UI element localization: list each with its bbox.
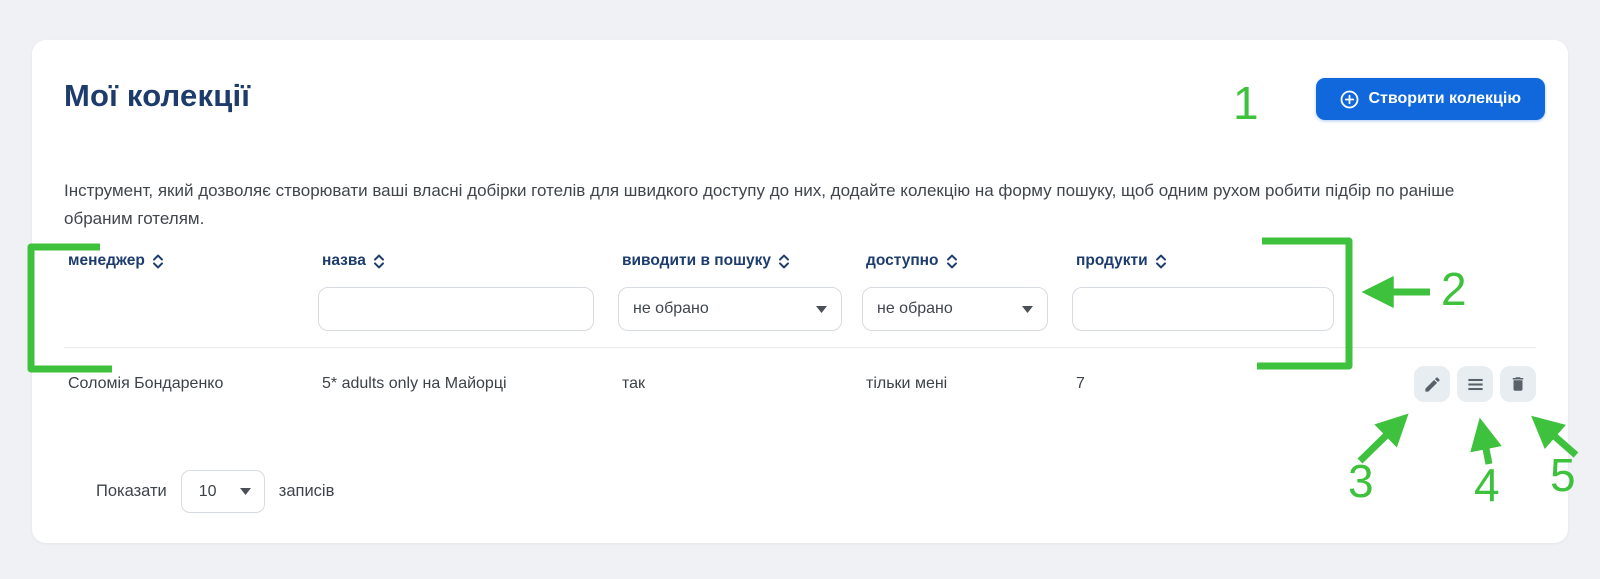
page-size-select[interactable]: 10 [181,470,265,513]
sort-icon[interactable] [152,253,164,270]
column-header-label: менеджер [68,252,145,270]
filter-products-input[interactable] [1072,287,1334,331]
sort-icon[interactable] [946,253,958,270]
pagination-bar: Показати 10 записів [96,470,1504,513]
column-header-name[interactable]: назва [318,252,618,270]
my-collections-card: Мої колекції Створити колекцію Інструмен… [32,40,1568,543]
sort-icon[interactable] [1155,253,1167,270]
column-header-products[interactable]: продукти [1072,252,1336,270]
cell-name: 5* adults only на Майорці [318,375,618,393]
table-row[interactable]: Соломія Бондаренко 5* adults only на Май… [64,348,1536,424]
collections-table: менеджер назва виводити в пошуку [64,252,1536,513]
table-filter-row: не обрано не обрано [64,287,1536,331]
selected-value: не обрано [633,300,709,318]
edit-button[interactable] [1414,366,1450,402]
table-header-row: менеджер назва виводити в пошуку [64,252,1536,270]
column-header-available[interactable]: доступно [862,252,1072,270]
card-header: Мої колекції Створити колекцію [32,40,1568,120]
filter-show-in-search-select[interactable]: не обрано [618,287,842,331]
show-label: Показати [96,482,167,501]
cell-manager: Соломія Бондаренко [64,375,318,393]
trash-icon [1509,375,1527,393]
column-header-label: виводити в пошуку [622,252,771,270]
filter-name-input[interactable] [318,287,594,331]
edit-pencil-icon [1423,375,1442,394]
create-collection-label: Створити колекцію [1369,90,1522,108]
column-header-manager[interactable]: менеджер [64,252,318,270]
page-size-value: 10 [199,483,217,501]
dropdown-caret-icon [240,488,251,495]
selected-value: не обрано [877,300,953,318]
dropdown-caret-icon [1022,306,1033,313]
column-header-show-in-search[interactable]: виводити в пошуку [618,252,862,270]
page-description: Інструмент, який дозволяє створювати ваш… [64,177,1514,232]
cell-show-in-search: так [618,375,862,393]
plus-circle-icon [1340,90,1359,109]
create-collection-button[interactable]: Створити колекцію [1316,78,1546,120]
delete-button[interactable] [1500,366,1536,402]
column-header-label: доступно [866,252,939,270]
dropdown-caret-icon [816,306,827,313]
row-actions [1336,366,1536,402]
column-header-label: назва [322,252,366,270]
sort-icon[interactable] [373,253,385,270]
sort-icon[interactable] [778,253,790,270]
cell-products: 7 [1072,375,1336,393]
records-label: записів [279,482,335,501]
page-title: Мої колекції [64,78,250,114]
details-list-button[interactable] [1457,366,1493,402]
filter-available-select[interactable]: не обрано [862,287,1048,331]
column-header-label: продукти [1076,252,1148,270]
cell-available: тільки мені [862,375,1072,393]
list-icon [1466,375,1485,394]
